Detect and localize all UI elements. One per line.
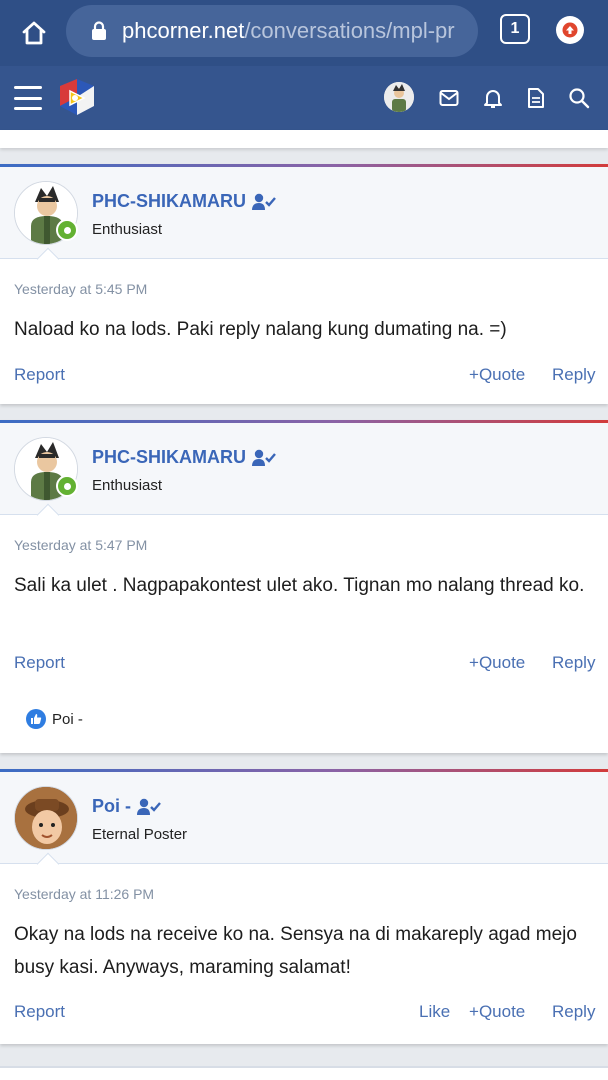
online-status-icon: [56, 475, 78, 497]
menu-icon[interactable]: [14, 86, 42, 110]
document-icon[interactable]: [524, 86, 548, 110]
report-link[interactable]: Report: [14, 653, 65, 673]
user-title: Enthusiast: [92, 221, 163, 238]
message-timestamp[interactable]: Yesterday at 11:26 PM: [14, 886, 154, 902]
quote-button[interactable]: +Quote: [469, 653, 525, 673]
message-actions: Report +Quote Reply: [0, 653, 608, 677]
browser-toolbar: phcorner.net/conversations/mpl-pr 1: [0, 0, 608, 66]
reaction-user[interactable]: Poi -: [52, 711, 83, 728]
url-path: /conversations/mpl-pr: [244, 18, 455, 43]
message-timestamp[interactable]: Yesterday at 5:47 PM: [14, 537, 147, 553]
username[interactable]: PHC-SHIKAMARU: [92, 447, 276, 468]
quote-label: Quote: [478, 365, 526, 384]
quote-button[interactable]: +Quote: [469, 365, 525, 385]
user-title: Eternal Poster: [92, 826, 188, 843]
quote-label: Quote: [478, 653, 526, 672]
address-bar[interactable]: phcorner.net/conversations/mpl-pr: [66, 5, 478, 57]
quote-button[interactable]: +Quote: [469, 1002, 525, 1022]
avatar[interactable]: [14, 437, 78, 501]
site-header: [0, 66, 608, 130]
next-message-edge: [0, 1066, 608, 1080]
avatar[interactable]: [14, 786, 78, 850]
like-button[interactable]: Like: [419, 1002, 450, 1022]
upload-icon[interactable]: [556, 16, 584, 44]
url-host: phcorner.net: [122, 18, 245, 43]
avatar[interactable]: [14, 181, 78, 245]
message-header: PHC-SHIKAMARU Enthusiast: [0, 167, 608, 271]
message-post: Poi - Eternal Poster Yesterday at 11:26 …: [0, 769, 608, 1044]
message-timestamp[interactable]: Yesterday at 5:45 PM: [14, 281, 147, 297]
message-post: PHC-SHIKAMARU Enthusiast Yesterday at 5:…: [0, 164, 608, 404]
tabs-icon[interactable]: 1: [500, 14, 530, 44]
mail-icon[interactable]: [437, 86, 461, 110]
verified-user-icon: [137, 798, 161, 816]
page-strip: [0, 130, 608, 148]
site-logo[interactable]: [56, 76, 98, 118]
message-body: Naload ko na lods. Paki reply nalang kun…: [14, 319, 507, 340]
user-avatar[interactable]: [384, 82, 414, 112]
reply-button[interactable]: Reply: [552, 365, 595, 385]
verified-user-icon: [252, 193, 276, 211]
lock-icon: [88, 19, 110, 43]
quote-label: Quote: [478, 1002, 526, 1021]
message-actions: Report Like +Quote Reply: [0, 1002, 608, 1026]
online-status-icon: [56, 219, 78, 241]
username[interactable]: Poi -: [92, 796, 161, 817]
report-link[interactable]: Report: [14, 1002, 65, 1022]
reactions-bar[interactable]: Poi -: [26, 709, 83, 729]
message-body: Sali ka ulet . Nagpapakontest ulet ako. …: [14, 575, 585, 596]
username[interactable]: PHC-SHIKAMARU: [92, 191, 276, 212]
search-icon[interactable]: [567, 86, 591, 110]
verified-user-icon: [252, 449, 276, 467]
report-link[interactable]: Report: [14, 365, 65, 385]
user-title: Enthusiast: [92, 477, 163, 494]
bell-icon[interactable]: [481, 86, 505, 110]
reply-button[interactable]: Reply: [552, 1002, 595, 1022]
home-icon[interactable]: [14, 13, 54, 53]
message-post: PHC-SHIKAMARU Enthusiast Yesterday at 5:…: [0, 420, 608, 753]
message-header: Poi - Eternal Poster: [0, 772, 608, 876]
message-header: PHC-SHIKAMARU Enthusiast: [0, 423, 608, 527]
reply-button[interactable]: Reply: [552, 653, 595, 673]
message-body: Okay na lods na receive ko na. Sensya na…: [14, 924, 577, 978]
tab-count: 1: [510, 20, 520, 37]
message-actions: Report +Quote Reply: [0, 365, 608, 389]
like-reaction-icon: [26, 709, 46, 729]
